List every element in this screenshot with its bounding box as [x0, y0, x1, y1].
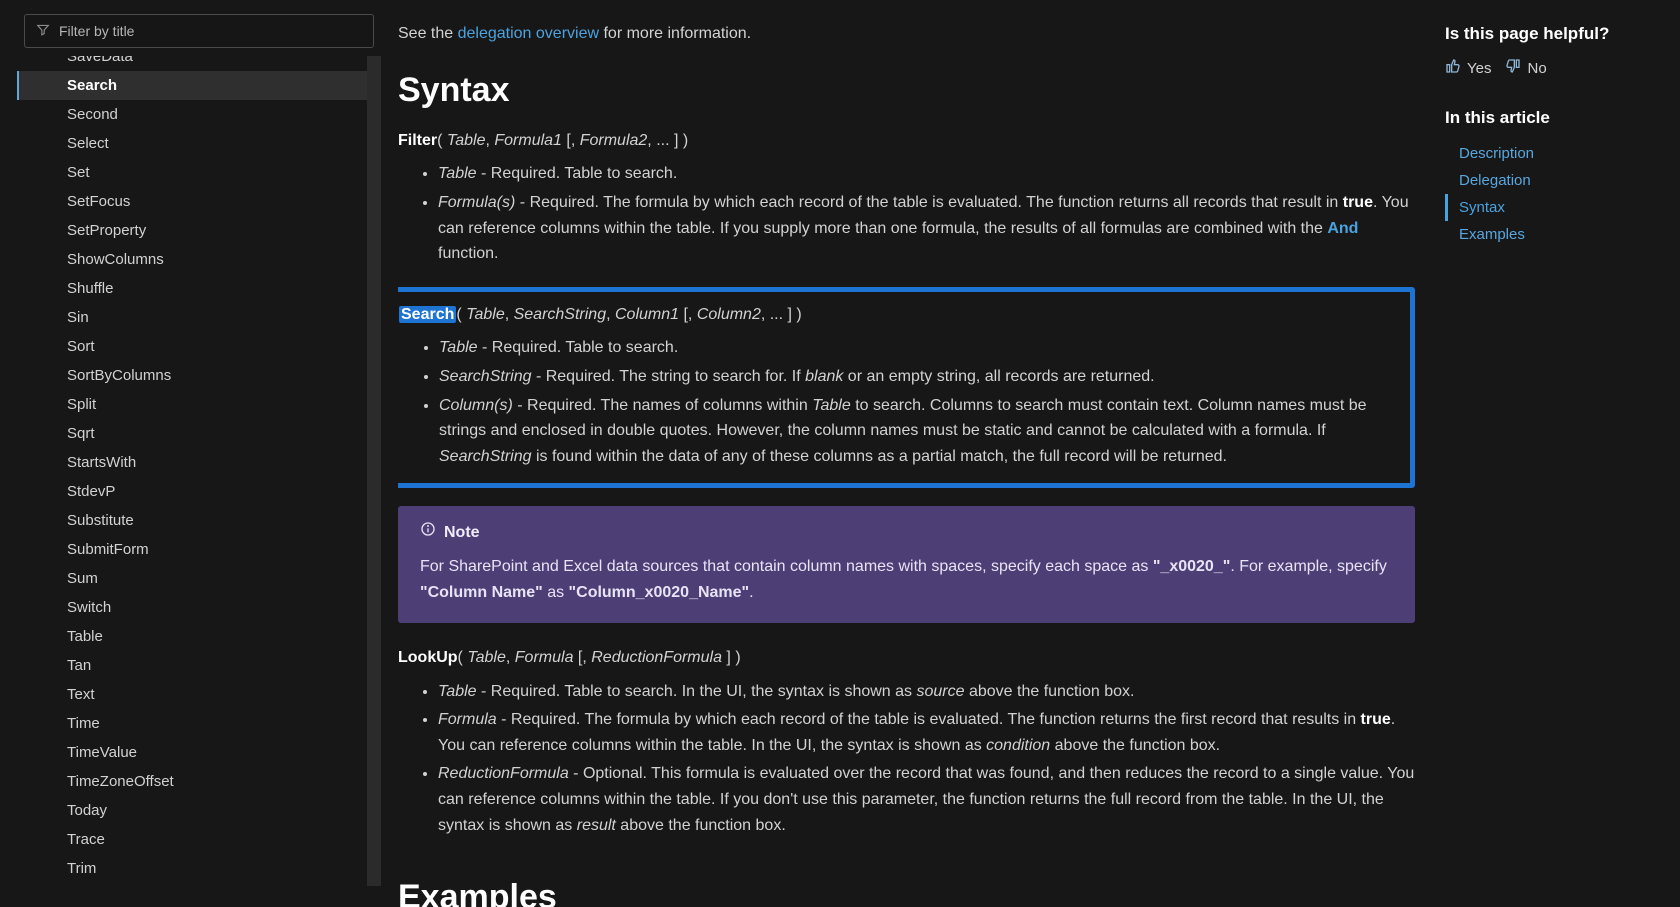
content: See the delegation overview for more inf… — [398, 0, 1445, 907]
sidebar-item-setfocus[interactable]: SetFocus — [17, 187, 367, 216]
heading-syntax: Syntax — [398, 71, 1415, 110]
note-header: Note — [420, 520, 1393, 546]
sidebar-item-second[interactable]: Second — [17, 100, 367, 129]
note-callout: Note For SharePoint and Excel data sourc… — [398, 506, 1415, 623]
search-bullets: Table - Required. Table to search. Searc… — [399, 335, 1394, 469]
sidebar-item-sum[interactable]: Sum — [17, 564, 367, 593]
sidebar-item-sortbycolumns[interactable]: SortByColumns — [17, 361, 367, 390]
sidebar-item-shuffle[interactable]: Shuffle — [17, 274, 367, 303]
sidebar-item-submitform[interactable]: SubmitForm — [17, 535, 367, 564]
sidebar-item-sqrt[interactable]: Sqrt — [17, 419, 367, 448]
sidebar-item-sin[interactable]: Sin — [17, 303, 367, 332]
intro-post: for more information. — [603, 25, 751, 42]
sidebar-item-startswith[interactable]: StartsWith — [17, 448, 367, 477]
feedback-no-button[interactable]: No — [1505, 58, 1546, 78]
sidebar-item-search[interactable]: Search — [17, 71, 367, 100]
feedback-row: Yes No — [1445, 58, 1670, 78]
nav-list: SaveDataSearchSecondSelectSetSetFocusSet… — [17, 56, 367, 886]
nav-scroll[interactable]: SaveDataSearchSecondSelectSetSetFocusSet… — [17, 56, 381, 886]
helpful-title: Is this page helpful? — [1445, 24, 1670, 44]
sidebar: SaveDataSearchSecondSelectSetSetFocusSet… — [0, 0, 398, 907]
toc-item-examples[interactable]: Examples — [1445, 221, 1670, 248]
toc-item-description[interactable]: Description — [1445, 140, 1670, 167]
arg-table: Table — [438, 165, 477, 182]
lookup-fname: LookUp — [398, 649, 458, 666]
sidebar-item-sort[interactable]: Sort — [17, 332, 367, 361]
lookup-signature: LookUp( Table, Formula [, ReductionFormu… — [398, 645, 1415, 671]
and-link[interactable]: And — [1327, 220, 1358, 237]
toc-item-syntax[interactable]: Syntax — [1445, 194, 1670, 221]
lookup-bullets: Table - Required. Table to search. In th… — [398, 679, 1415, 839]
feedback-no-label: No — [1527, 60, 1546, 77]
info-icon — [420, 520, 436, 546]
arg-formulas: Formula(s) — [438, 194, 515, 211]
feedback-yes-label: Yes — [1467, 60, 1491, 77]
scrollbar-thumb[interactable] — [369, 526, 379, 686]
intro-para: See the delegation overview for more inf… — [398, 22, 1415, 47]
note-body: For SharePoint and Excel data sources th… — [420, 554, 1393, 605]
sidebar-item-trim[interactable]: Trim — [17, 854, 367, 883]
toc-list: DescriptionDelegationSyntaxExamples — [1445, 140, 1670, 248]
note-label: Note — [444, 520, 480, 546]
filter-signature: Filter( Table, Formula1 [, Formula2, ...… — [398, 128, 1415, 154]
sidebar-item-showcolumns[interactable]: ShowColumns — [17, 245, 367, 274]
filter-fname: Filter — [398, 132, 437, 149]
thumbs-up-icon — [1445, 58, 1461, 78]
sidebar-item-switch[interactable]: Switch — [17, 593, 367, 622]
sidebar-item-table[interactable]: Table — [17, 622, 367, 651]
sidebar-item-trace[interactable]: Trace — [17, 825, 367, 854]
search-highlight-box: Search( Table, SearchString, Column1 [, … — [398, 287, 1415, 489]
search-fname: Search — [399, 306, 456, 323]
sidebar-item-set[interactable]: Set — [17, 158, 367, 187]
sidebar-item-stdevp[interactable]: StdevP — [17, 477, 367, 506]
sidebar-item-time[interactable]: Time — [17, 709, 367, 738]
sidebar-item-trimends[interactable]: TrimEnds — [17, 883, 367, 886]
sidebar-item-substitute[interactable]: Substitute — [17, 506, 367, 535]
intro-pre: See the — [398, 25, 458, 42]
filter-wrap — [24, 14, 374, 48]
right-pane: Is this page helpful? Yes No In this art… — [1445, 0, 1680, 907]
sidebar-item-text[interactable]: Text — [17, 680, 367, 709]
sidebar-item-split[interactable]: Split — [17, 390, 367, 419]
feedback-yes-button[interactable]: Yes — [1445, 58, 1491, 78]
sidebar-item-select[interactable]: Select — [17, 129, 367, 158]
toc-title: In this article — [1445, 108, 1670, 128]
heading-examples: Examples — [398, 878, 1415, 907]
filter-input[interactable] — [24, 14, 374, 48]
filter-bullets: Table - Required. Table to search. Formu… — [398, 161, 1415, 266]
delegation-overview-link[interactable]: delegation overview — [458, 25, 599, 42]
toc-item-delegation[interactable]: Delegation — [1445, 167, 1670, 194]
search-signature: Search( Table, SearchString, Column1 [, … — [399, 302, 1394, 328]
sidebar-item-savedata[interactable]: SaveData — [17, 56, 367, 71]
sidebar-item-setproperty[interactable]: SetProperty — [17, 216, 367, 245]
thumbs-down-icon — [1505, 58, 1521, 78]
sidebar-item-today[interactable]: Today — [17, 796, 367, 825]
sidebar-item-timevalue[interactable]: TimeValue — [17, 738, 367, 767]
sidebar-item-tan[interactable]: Tan — [17, 651, 367, 680]
sidebar-item-timezoneoffset[interactable]: TimeZoneOffset — [17, 767, 367, 796]
